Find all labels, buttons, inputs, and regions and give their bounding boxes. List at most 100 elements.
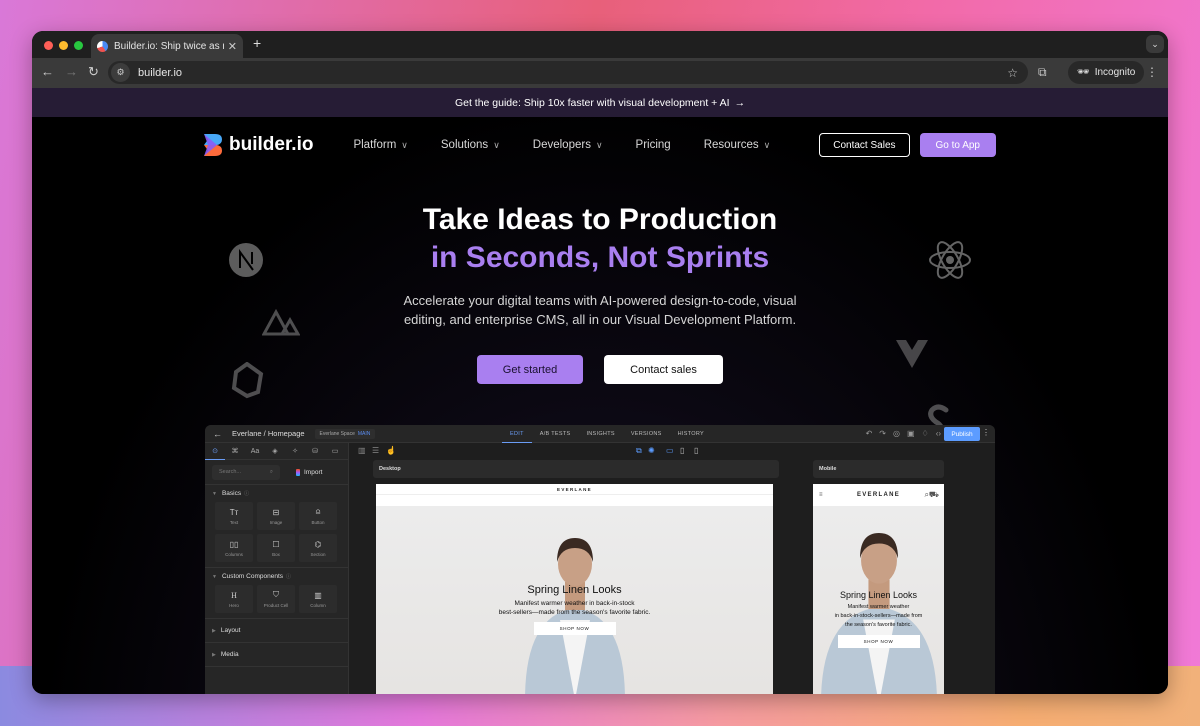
bookmark-star-icon[interactable]: ☆ bbox=[1007, 66, 1018, 80]
nav-item-solutions[interactable]: Solutions ∨ bbox=[441, 139, 500, 151]
symbols-icon[interactable]: ✧ bbox=[285, 447, 305, 455]
comments-icon[interactable]: ▭ bbox=[325, 447, 345, 455]
shop-now-button[interactable]: SHOP NOW bbox=[837, 635, 920, 648]
hamburger-icon[interactable]: ≡ bbox=[819, 492, 824, 498]
shop-now-button[interactable]: SHOP NOW bbox=[533, 622, 616, 635]
publish-button[interactable]: Publish bbox=[944, 427, 980, 441]
reload-icon[interactable]: ↻ bbox=[88, 64, 99, 80]
interaction-icon[interactable]: ☝ bbox=[386, 446, 396, 455]
space-selector[interactable]: Everlane Space MAIN bbox=[314, 428, 376, 439]
block-hero[interactable]: H Hero bbox=[215, 585, 253, 613]
back-icon[interactable]: ← bbox=[41, 64, 54, 79]
layout-section[interactable]: ▶ Layout bbox=[205, 619, 348, 643]
description-line: best-sellers—made from the season's favo… bbox=[498, 609, 651, 616]
editor-breadcrumb[interactable]: Everlane / Homepage bbox=[232, 429, 305, 438]
mobile-frame-label: Mobile bbox=[813, 460, 944, 478]
hero-subtitle: Accelerate your digital teams with AI-po… bbox=[32, 291, 1168, 329]
layers-icon[interactable]: ◈ bbox=[265, 447, 285, 455]
go-to-app-button[interactable]: Go to App bbox=[919, 133, 996, 157]
site-settings-icon[interactable]: ⚙ bbox=[111, 63, 130, 82]
extensions-icon[interactable]: ⧉ bbox=[1038, 65, 1047, 80]
chevron-down-icon: ∨ bbox=[493, 139, 500, 150]
figma-import-button[interactable]: Import bbox=[296, 468, 323, 476]
nav-item-pricing[interactable]: Pricing bbox=[636, 139, 671, 151]
tab-search-icon[interactable]: ⌄ bbox=[1146, 35, 1164, 53]
tab-ab-tests[interactable]: A/B TESTS bbox=[532, 425, 579, 443]
incognito-label: Incognito bbox=[1094, 67, 1136, 78]
back-arrow-icon[interactable]: ← bbox=[213, 429, 222, 439]
desktop-view-icon[interactable]: ▭ bbox=[666, 446, 674, 455]
favicon-icon bbox=[97, 40, 108, 52]
section-title: Custom Components bbox=[221, 573, 284, 580]
search-cart-icon[interactable]: ⌕⛟ bbox=[924, 490, 939, 500]
contact-sales-button[interactable]: Contact Sales bbox=[819, 133, 910, 157]
brand-logo[interactable]: builder.io bbox=[204, 134, 313, 156]
ruler-icon[interactable]: ☰ bbox=[372, 446, 379, 455]
block-column[interactable]: ▥ Column bbox=[299, 585, 337, 613]
tab-insights[interactable]: INSIGHTS bbox=[578, 425, 622, 443]
tab-versions[interactable]: VERSIONS bbox=[623, 425, 670, 443]
bell-icon[interactable]: ♢ bbox=[922, 429, 929, 438]
component-search-input[interactable]: Search... ⌕ bbox=[212, 464, 280, 480]
hero-icon: H bbox=[231, 590, 237, 600]
caret-down-icon: ▼ bbox=[212, 573, 217, 580]
responsive-icon[interactable]: ⧉ bbox=[636, 446, 642, 456]
preview-category-nav bbox=[376, 494, 773, 506]
incognito-badge[interactable]: 🕶 Incognito bbox=[1068, 61, 1145, 84]
data-icon[interactable]: ⛁ bbox=[305, 447, 325, 455]
desktop-preview-frame[interactable]: EVERLANE Spring Linen Looks Manifest war… bbox=[376, 484, 773, 694]
section-header[interactable]: ▼ Basics ⓘ bbox=[212, 490, 341, 497]
kebab-menu-icon[interactable]: ⋮ bbox=[1146, 65, 1158, 79]
section-header[interactable]: ▼ Custom Components ⓘ bbox=[212, 573, 341, 580]
tab-history[interactable]: HISTORY bbox=[670, 425, 712, 443]
mobile-preview-frame[interactable]: ≡ EVERLANE ⌕⛟ Spring Linen Looks Manifes… bbox=[813, 484, 944, 694]
nav-item-platform[interactable]: Platform ∨ bbox=[353, 139, 407, 151]
block-columns[interactable]: ▯▯ Columns bbox=[215, 534, 253, 562]
block-product-cell[interactable]: ⛉ Product Cell bbox=[257, 585, 295, 613]
block-text[interactable]: Tт Text bbox=[215, 502, 253, 530]
redo-icon[interactable]: ↷ bbox=[879, 429, 886, 438]
promo-banner[interactable]: Get the guide: Ship 10x faster with visu… bbox=[32, 88, 1168, 117]
maximize-window-button[interactable] bbox=[74, 41, 83, 50]
block-image[interactable]: ⊟ Image bbox=[257, 502, 295, 530]
get-started-button[interactable]: Get started bbox=[477, 355, 583, 384]
description-line: in back-in-stock-sellers—made from bbox=[834, 613, 923, 619]
nav-item-developers[interactable]: Developers ∨ bbox=[533, 139, 603, 151]
undo-icon[interactable]: ↶ bbox=[866, 429, 873, 438]
chevron-down-icon: ∨ bbox=[763, 139, 771, 150]
block-label: Section bbox=[310, 551, 326, 557]
tab-close-icon[interactable]: ✕ bbox=[228, 40, 237, 53]
split-view-icon[interactable]: ▥ bbox=[358, 446, 366, 455]
insert-icon[interactable]: ⊙ bbox=[205, 443, 225, 460]
nav-item-resources[interactable]: Resources ∨ bbox=[704, 139, 771, 151]
image-icon: ⊟ bbox=[272, 507, 280, 517]
contact-sales-hero-button[interactable]: Contact sales bbox=[604, 355, 723, 384]
editor-sidebar: ⊙ ⌘ Aa ◈ ✧ ⛁ ▭ Search... ⌕ Import ▼ Basics… bbox=[205, 443, 349, 694]
schedule-icon[interactable]: ▣ bbox=[907, 429, 915, 438]
import-label: Import bbox=[304, 468, 323, 476]
media-section[interactable]: ▶ Media bbox=[205, 643, 348, 667]
figma-icon bbox=[296, 468, 300, 476]
targeting-icon[interactable]: ◎ bbox=[893, 429, 900, 438]
new-tab-icon[interactable]: + bbox=[253, 35, 261, 51]
styles-icon[interactable]: Aa bbox=[245, 448, 265, 455]
block-box[interactable]: ☐ Box bbox=[257, 534, 295, 562]
components-icon[interactable]: ⌘ bbox=[225, 447, 245, 455]
address-input[interactable]: ⚙ builder.io ☆ bbox=[108, 61, 1028, 84]
sidebar-tabs: ⊙ ⌘ Aa ◈ ✧ ⛁ ▭ bbox=[205, 443, 348, 460]
block-section[interactable]: ⌬ Section bbox=[299, 534, 337, 562]
preview-headline: Spring Linen Looks bbox=[839, 590, 918, 600]
close-window-button[interactable] bbox=[44, 41, 53, 50]
mobile-view-icon[interactable]: ▯ bbox=[694, 446, 698, 455]
editor-kebab-icon[interactable]: ⋮ bbox=[982, 428, 990, 437]
browser-tab[interactable]: Builder.io: Ship twice as much ✕ bbox=[91, 34, 243, 58]
minimize-window-button[interactable] bbox=[59, 41, 68, 50]
tablet-view-icon[interactable]: ▯ bbox=[680, 446, 684, 455]
forward-icon[interactable]: → bbox=[65, 64, 78, 79]
hero-section: Take Ideas to Production in Seconds, Not… bbox=[32, 201, 1168, 384]
tab-edit[interactable]: EDIT bbox=[502, 425, 532, 443]
select-icon[interactable]: ✺ bbox=[648, 446, 655, 455]
block-button[interactable]: ⍝ Button bbox=[299, 502, 337, 530]
code-icon[interactable]: ‹› bbox=[936, 429, 941, 438]
section-title: Media bbox=[220, 651, 239, 658]
